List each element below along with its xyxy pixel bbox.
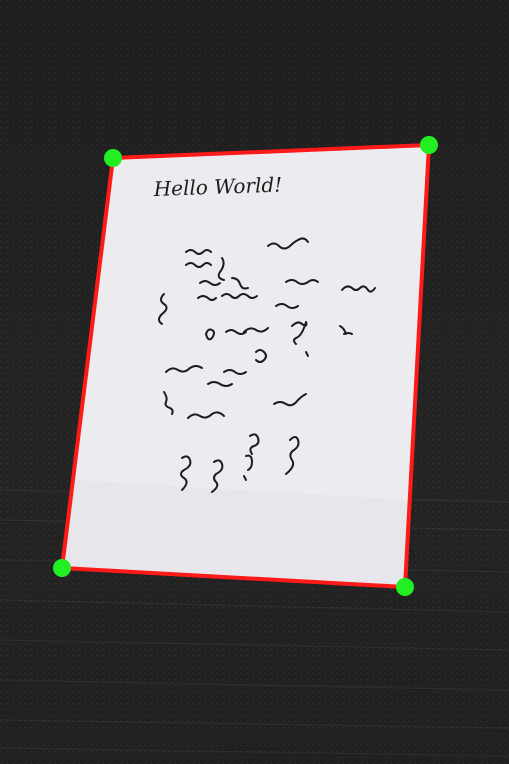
- document-scanner-view: Hello World!: [0, 0, 509, 764]
- scanned-document: Hello World!: [53, 136, 438, 596]
- corner-handle-top-right[interactable]: [420, 136, 438, 154]
- corner-handle-bottom-left[interactable]: [53, 559, 71, 577]
- corner-handle-top-left[interactable]: [104, 149, 122, 167]
- corner-handle-bottom-right[interactable]: [396, 578, 414, 596]
- document-heading: Hello World!: [152, 173, 282, 202]
